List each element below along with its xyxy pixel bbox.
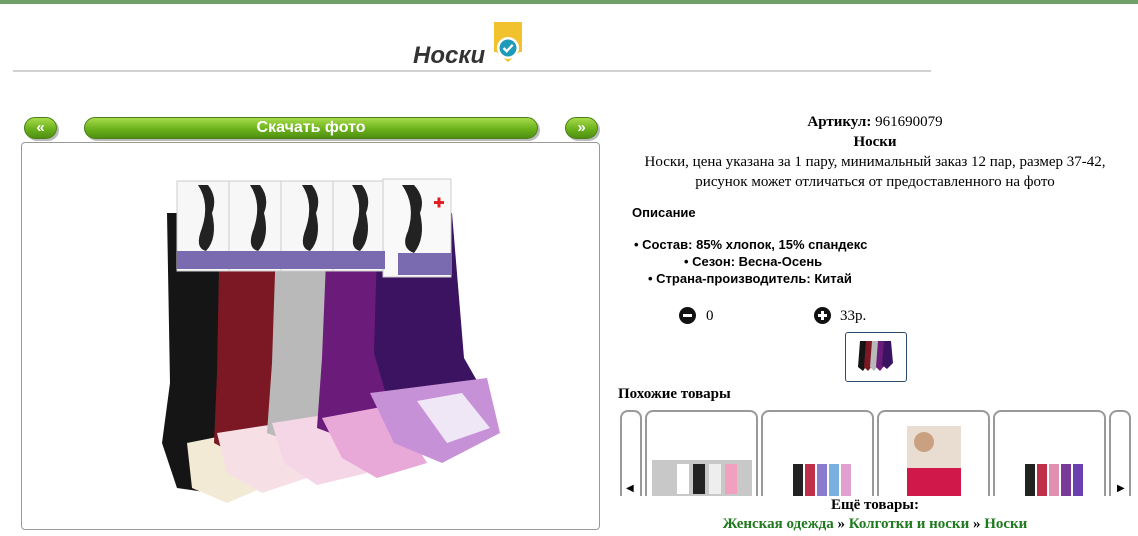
download-photo-button[interactable]: Скачать фото (84, 117, 538, 139)
sku-line: Артикул: 961690079 (620, 112, 1130, 132)
breadcrumb-link[interactable]: Женская одежда (723, 516, 834, 532)
label-tags (176, 178, 452, 278)
verified-check-icon (494, 22, 522, 62)
title-area: Носки (13, 20, 931, 72)
price-value: 33р. (840, 308, 867, 324)
arrow-left-icon: ◀ (626, 483, 634, 494)
spec-item: • Сезон: Весна-Осень (684, 254, 823, 269)
socks-image (162, 178, 500, 503)
product-info: Артикул: 961690079 Носки Носки, цена ука… (620, 112, 1130, 192)
sku-label: Артикул: (807, 114, 872, 130)
carousel-next-button[interactable]: ▶ (1109, 410, 1131, 496)
similar-item[interactable] (877, 410, 990, 496)
similar-item[interactable] (645, 410, 758, 496)
minus-circle-icon[interactable] (679, 307, 696, 324)
product-name: Носки (853, 134, 897, 150)
top-accent-bar (0, 0, 1138, 4)
carousel-prev-button[interactable]: ◀ (620, 410, 642, 496)
prev-photo-button[interactable]: « (24, 117, 57, 139)
plus-circle-icon[interactable] (814, 307, 831, 324)
similar-heading: Похожие товары (618, 386, 731, 402)
similar-item[interactable] (993, 410, 1106, 496)
breadcrumb-link[interactable]: Носки (984, 516, 1027, 532)
quantity-value: 0 (706, 308, 714, 324)
more-products-heading: Ещё товары: (830, 497, 920, 513)
product-photo[interactable] (21, 142, 600, 530)
product-thumbnail[interactable] (845, 332, 907, 382)
next-photo-button[interactable]: » (565, 117, 598, 139)
breadcrumb-link[interactable]: Колготки и носки (849, 516, 969, 532)
arrow-right-icon: ▶ (1117, 483, 1125, 494)
product-description: Носки, цена указана за 1 пару, минимальн… (644, 154, 1106, 190)
page-title: Носки (413, 42, 486, 69)
description-heading: Описание (632, 205, 696, 220)
sku-value: 961690079 (875, 114, 943, 130)
spec-list: • Состав: 85% хлопок, 15% спандекс • Сез… (634, 236, 894, 287)
similar-carousel: ◀ ▶ (620, 410, 1133, 496)
similar-item[interactable] (761, 410, 874, 496)
spec-item: • Состав: 85% хлопок, 15% спандекс (634, 237, 868, 252)
spec-item: • Страна-производитель: Китай (648, 271, 852, 286)
breadcrumb-separator: » (837, 516, 846, 532)
breadcrumb-separator: » (972, 516, 981, 532)
breadcrumb: Женская одежда » Колготки и носки » Носк… (620, 516, 1130, 533)
